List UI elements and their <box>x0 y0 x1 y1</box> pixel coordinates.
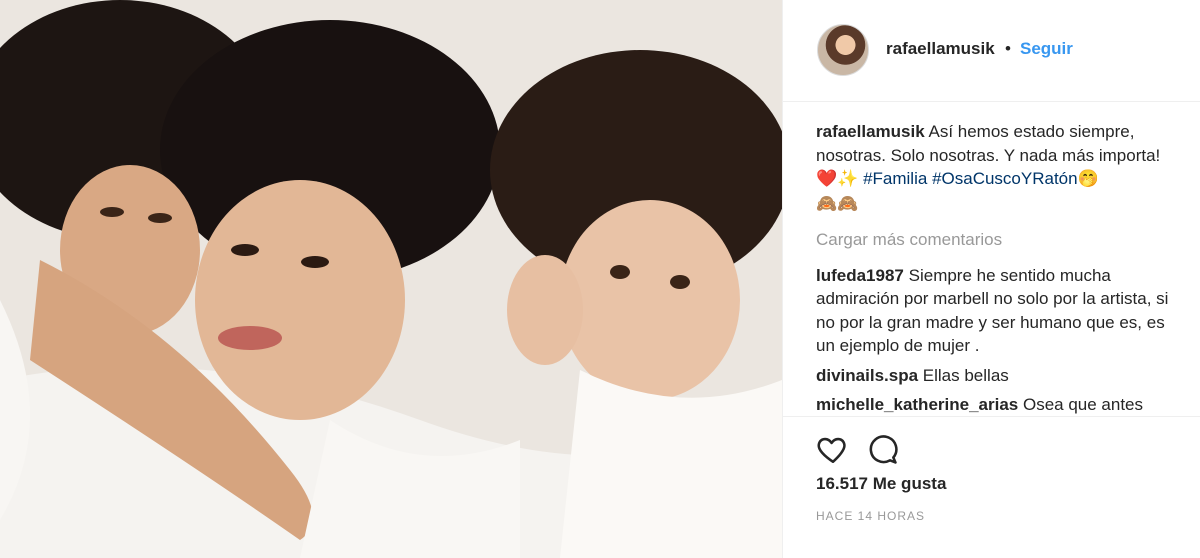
comments-section: rafaellamusik Así hemos estado siempre, … <box>816 120 1186 423</box>
load-more-comments-link[interactable]: Cargar más comentarios <box>816 228 1186 252</box>
action-bar <box>783 416 1200 464</box>
caption-username[interactable]: rafaellamusik <box>816 122 925 141</box>
comment-username[interactable]: michelle_katherine_arias <box>816 395 1018 414</box>
comment-text: Osea que antes <box>1022 395 1143 414</box>
comment-username[interactable]: divinails.spa <box>816 366 918 385</box>
hashtag-osacuscoyraton[interactable]: #OsaCuscoYRatón <box>932 169 1078 188</box>
caption: rafaellamusik Así hemos estado siempre, … <box>816 120 1186 216</box>
photo-illustration <box>0 0 782 558</box>
post-header: rafaellamusik • Seguir <box>783 0 1200 102</box>
like-count[interactable]: 16.517 Me gusta <box>816 474 946 494</box>
comment-item: michelle_katherine_arias Osea que antes <box>816 393 1186 417</box>
header-username[interactable]: rafaellamusik <box>886 39 995 59</box>
heart-icon[interactable] <box>816 432 850 466</box>
monkey-emoji: 🙈🙈 <box>816 193 859 214</box>
post-photo[interactable] <box>0 0 782 558</box>
post-sidebar: rafaellamusik • Seguir rafaellamusik Así… <box>783 0 1200 558</box>
avatar[interactable] <box>817 24 869 76</box>
comment-item: divinails.spa Ellas bellas <box>816 364 1186 388</box>
comment-text: Ellas bellas <box>922 365 1009 385</box>
separator-dot: • <box>1005 39 1011 58</box>
comment-username[interactable]: lufeda1987 <box>816 266 904 285</box>
post-timestamp: HACE 14 HORAS <box>816 509 926 523</box>
hand-over-mouth-emoji: 🤭 <box>1077 169 1099 189</box>
hashtag-familia[interactable]: #Familia <box>863 169 927 188</box>
comment-item: lufeda1987 Siempre he sentido mucha admi… <box>816 264 1186 358</box>
follow-button[interactable]: Seguir <box>1020 39 1073 59</box>
instagram-post: rafaellamusik • Seguir rafaellamusik Así… <box>0 0 1200 558</box>
heart-sparkles-emoji: ❤️✨ <box>816 169 859 189</box>
comment-bubble-icon[interactable] <box>865 432 899 466</box>
